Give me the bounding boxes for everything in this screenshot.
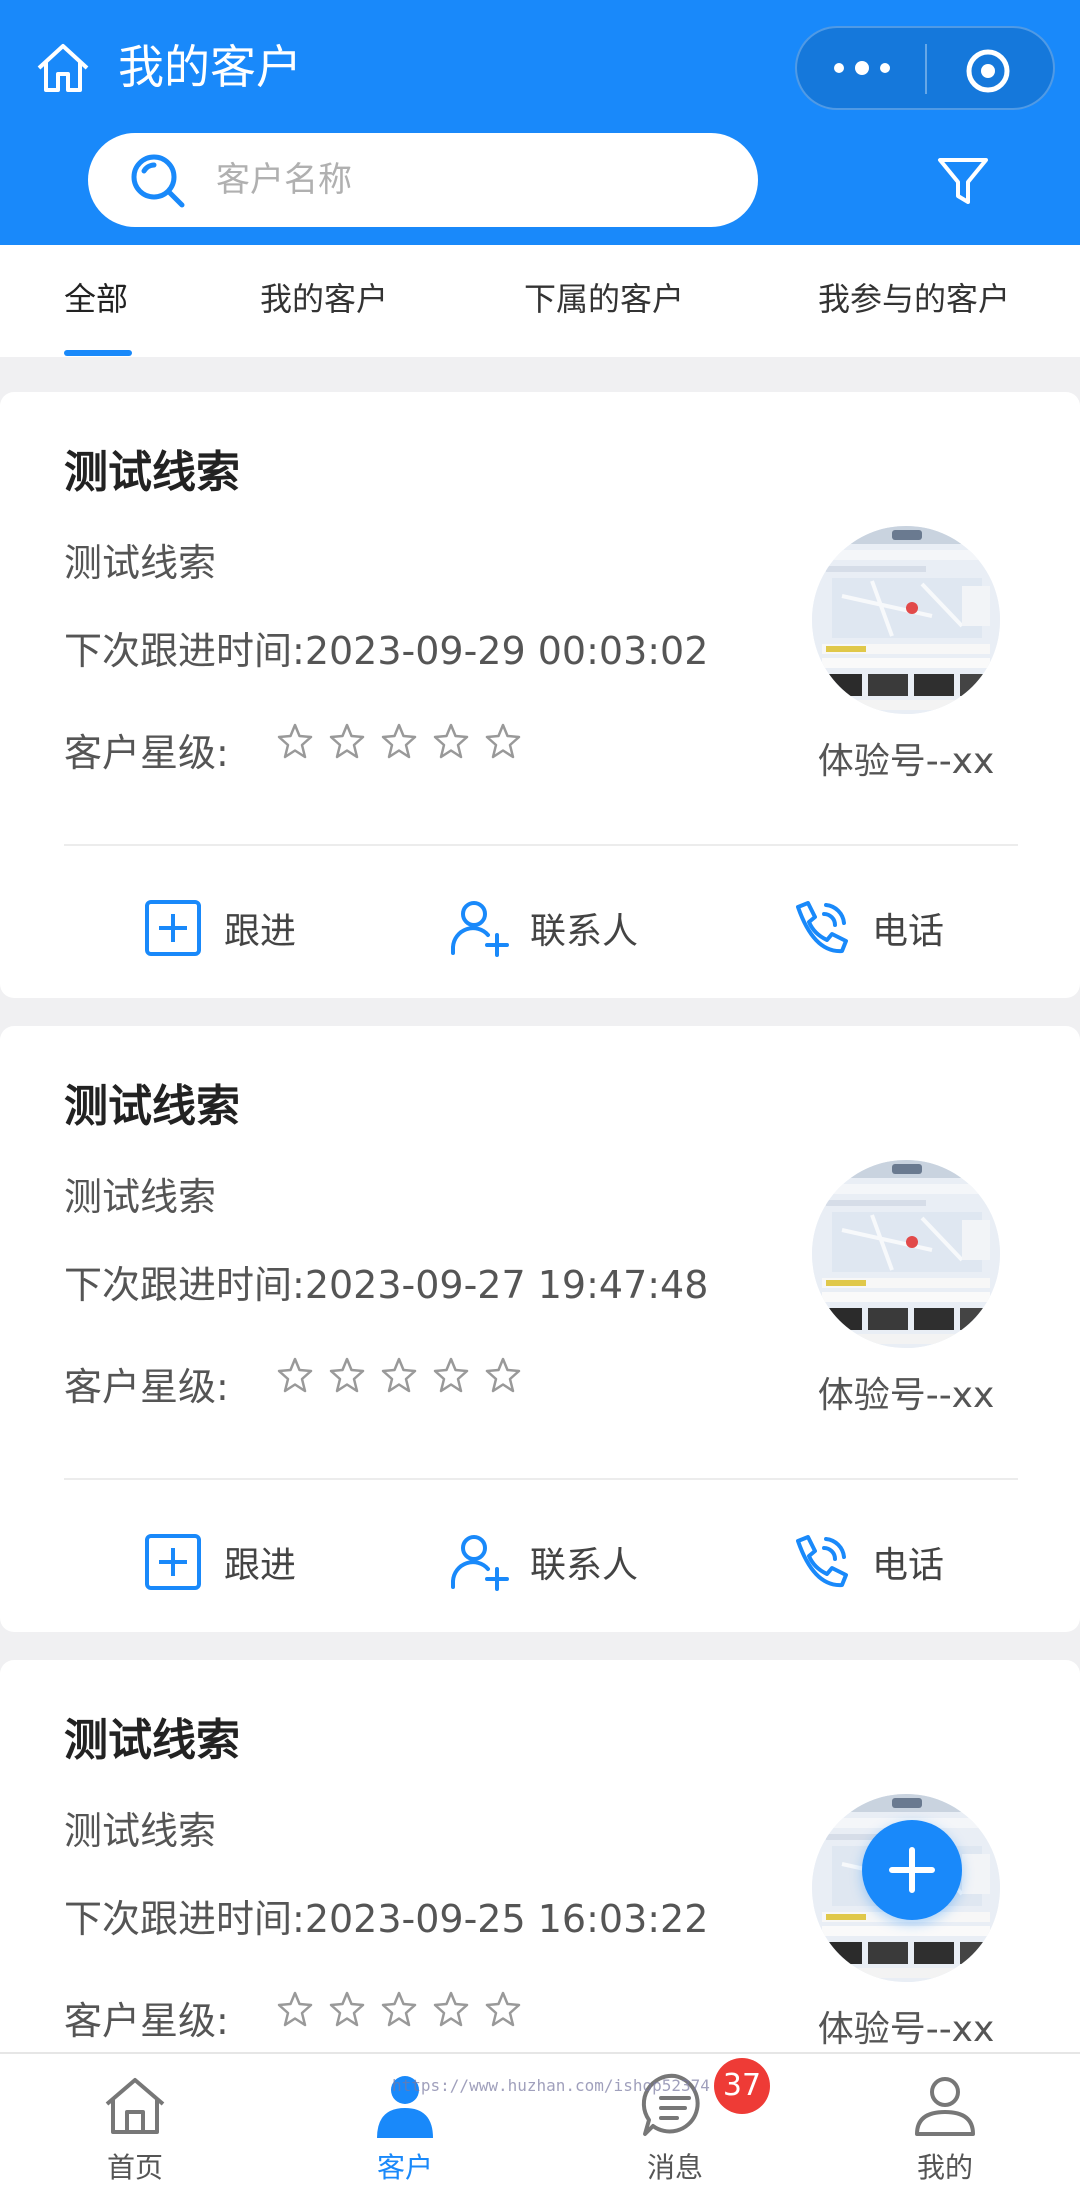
active-tab-indicator <box>64 350 132 356</box>
star-rating <box>276 722 536 766</box>
home-icon <box>105 2078 165 2134</box>
add-contact-icon <box>451 1535 509 1591</box>
miniprogram-capsule <box>795 26 1055 110</box>
owner-name: 体验号--xx <box>817 2009 995 2050</box>
phone-button[interactable]: 电话 <box>790 1526 944 1598</box>
nav-customers[interactable]: 客户 <box>315 2054 495 2190</box>
customer-card[interactable]: 测试线索 测试线索 下次跟进时间:2023-09-27 19:47:48 客户星… <box>0 1026 1080 1632</box>
star-icon <box>276 722 314 760</box>
owner-avatar <box>812 1160 1000 1348</box>
next-follow-label: 下次跟进时间: <box>64 629 305 673</box>
nav-messages-label: 消息 <box>646 2151 703 2184</box>
star-icon <box>276 1990 314 2028</box>
follow-up-button[interactable]: 跟进 <box>142 892 296 964</box>
next-follow-time: 下次跟进时间:2023-09-25 16:03:22 <box>64 1888 708 1943</box>
header-bar: 我的客户 <box>0 0 1080 245</box>
nav-customers-label: 客户 <box>376 2151 433 2184</box>
message-count-badge: 37 <box>714 2058 770 2114</box>
rating-label: 客户星级: <box>64 1365 229 1409</box>
filter-icon[interactable] <box>935 152 991 208</box>
plus-icon <box>889 1847 935 1893</box>
contact-button[interactable]: 联系人 <box>448 892 638 964</box>
nav-profile-label: 我的 <box>916 2151 973 2184</box>
customer-name: 测试线索 <box>64 1715 240 1766</box>
tab-my-customers[interactable]: 我的客户 <box>260 245 388 357</box>
rating-label: 客户星级: <box>64 731 229 775</box>
follow-up-label: 跟进 <box>224 1545 297 1586</box>
bottom-nav: 首页 客户 消息 我的 <box>0 2052 1080 2190</box>
close-miniprogram-icon[interactable] <box>965 48 1011 94</box>
star-rating <box>276 1356 536 1400</box>
next-follow-value: 2023-09-27 19:47:48 <box>304 1263 709 1307</box>
next-follow-time: 下次跟进时间:2023-09-29 00:03:02 <box>64 620 708 675</box>
next-follow-label: 下次跟进时间: <box>64 1897 305 1941</box>
tab-bar: 全部 我的客户 下属的客户 我参与的客户 <box>0 245 1080 357</box>
nav-home[interactable]: 首页 <box>45 2054 225 2190</box>
star-icon <box>276 1356 314 1394</box>
customer-name: 测试线索 <box>64 447 240 498</box>
star-icon <box>484 1990 522 2028</box>
user-outline-icon <box>915 2077 975 2136</box>
owner-name: 体验号--xx <box>817 1375 995 1416</box>
customer-card[interactable]: 测试线索 测试线索 下次跟进时间:2023-09-29 00:03:02 客户星… <box>0 392 1080 998</box>
phone-label: 电话 <box>872 911 945 952</box>
next-follow-value: 2023-09-25 16:03:22 <box>304 1897 709 1941</box>
tab-participated-customers[interactable]: 我参与的客户 <box>818 245 1010 357</box>
add-contact-icon <box>451 901 509 957</box>
follow-up-button[interactable]: 跟进 <box>142 1526 296 1598</box>
next-follow-value: 2023-09-29 00:03:02 <box>304 629 709 673</box>
customer-subtitle: 测试线索 <box>64 1809 217 1853</box>
phone-icon <box>796 901 848 954</box>
search-box[interactable] <box>88 133 758 227</box>
contact-label: 联系人 <box>530 1545 639 1586</box>
add-square-icon <box>145 1534 201 1590</box>
tab-all[interactable]: 全部 <box>64 245 128 357</box>
contact-button[interactable]: 联系人 <box>448 1526 638 1598</box>
phone-icon <box>796 1535 848 1588</box>
rating-label: 客户星级: <box>64 1999 229 2043</box>
card-divider <box>64 844 1018 846</box>
customer-subtitle: 测试线索 <box>64 541 217 585</box>
capsule-divider <box>925 44 927 94</box>
home-icon[interactable] <box>34 40 92 96</box>
star-icon <box>432 1356 470 1394</box>
search-icon <box>128 151 188 211</box>
next-follow-time: 下次跟进时间:2023-09-27 19:47:48 <box>64 1254 708 1309</box>
add-customer-button[interactable] <box>862 1820 962 1920</box>
follow-up-label: 跟进 <box>224 911 297 952</box>
customer-name: 测试线索 <box>64 1081 240 1132</box>
nav-home-label: 首页 <box>106 2151 163 2184</box>
star-icon <box>484 722 522 760</box>
next-follow-label: 下次跟进时间: <box>64 1263 305 1307</box>
star-icon <box>328 1356 366 1394</box>
tab-subordinate-customers[interactable]: 下属的客户 <box>524 245 684 357</box>
star-icon <box>380 722 418 760</box>
customer-subtitle: 测试线索 <box>64 1175 217 1219</box>
star-icon <box>328 1990 366 2028</box>
owner-name: 体验号--xx <box>817 741 995 782</box>
phone-button[interactable]: 电话 <box>790 892 944 964</box>
watermark-text: https://www.huzhan.com/ishop52374 <box>392 2076 710 2095</box>
star-icon <box>380 1356 418 1394</box>
star-icon <box>328 722 366 760</box>
card-divider <box>64 1478 1018 1480</box>
nav-profile[interactable]: 我的 <box>855 2054 1035 2190</box>
star-icon <box>432 1990 470 2028</box>
contact-label: 联系人 <box>530 911 639 952</box>
add-square-icon <box>145 900 201 956</box>
star-rating <box>276 1990 536 2034</box>
page-title: 我的客户 <box>118 40 302 94</box>
star-icon <box>380 1990 418 2028</box>
search-input[interactable] <box>216 133 736 227</box>
phone-label: 电话 <box>872 1545 945 1586</box>
owner-avatar <box>812 526 1000 714</box>
star-icon <box>484 1356 522 1394</box>
star-icon <box>432 722 470 760</box>
more-icon[interactable] <box>829 54 895 82</box>
